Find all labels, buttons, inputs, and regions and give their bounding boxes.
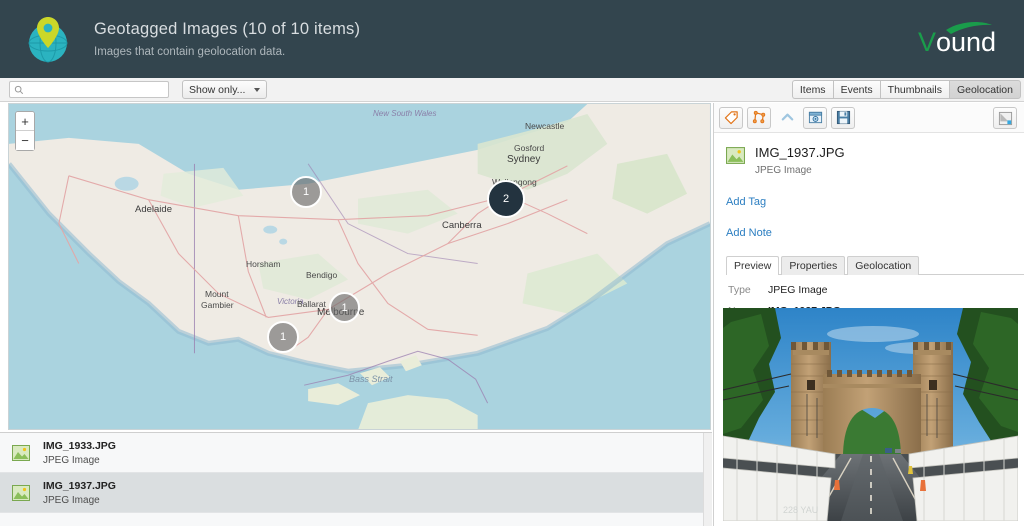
save-tool-button[interactable]: [831, 106, 855, 129]
subtab-preview[interactable]: Preview: [726, 256, 780, 275]
list-item-name: IMG_1933.JPG: [43, 439, 116, 452]
property-value: JPEG Image: [768, 284, 828, 296]
application-window: Geotagged Images (10 of 10 items) Images…: [0, 0, 1024, 526]
image-file-icon: [12, 444, 30, 461]
details-toolbar: [714, 103, 1024, 133]
page-header: Geotagged Images (10 of 10 items) Images…: [0, 0, 1024, 78]
selected-file-type: JPEG Image: [755, 165, 812, 176]
property-row-type: Type JPEG Image: [728, 284, 1024, 296]
collapse-tool-button[interactable]: [775, 107, 799, 129]
property-label: Type: [728, 284, 751, 296]
zoom-in-button[interactable]: +: [16, 112, 34, 131]
window-preview-icon: [808, 111, 822, 124]
show-only-dropdown[interactable]: Show only...: [182, 80, 268, 99]
file-list-scrollbar[interactable]: [703, 433, 712, 526]
map-marker-cluster[interactable]: 1: [267, 321, 299, 353]
add-note-link[interactable]: Add Note: [726, 227, 1024, 239]
map-marker-cluster[interactable]: 1: [329, 292, 360, 323]
add-tag-tool-button[interactable]: [719, 106, 743, 129]
search-icon: [14, 85, 24, 94]
path-tool-button[interactable]: [747, 106, 771, 129]
selected-file-text: IMG_1937.JPG JPEG Image: [755, 145, 845, 176]
tab-geolocation[interactable]: Geolocation: [948, 80, 1021, 99]
map-canvas[interactable]: [9, 104, 710, 430]
page-title: Geotagged Images (10 of 10 items): [94, 20, 361, 38]
chevron-down-icon: [254, 87, 261, 92]
search-input[interactable]: [27, 84, 161, 95]
list-item-name: IMG_1937.JPG: [43, 479, 116, 492]
polygon-path-icon: [752, 110, 765, 124]
selected-file-name: IMG_1937.JPG: [755, 145, 845, 160]
save-floppy-icon: [836, 110, 850, 125]
image-file-icon: [726, 147, 745, 164]
tab-events[interactable]: Events: [832, 80, 880, 99]
list-item-text: IMG_1933.JPG JPEG Image: [43, 440, 116, 466]
vound-logo-v: V: [918, 27, 936, 57]
list-item[interactable]: IMG_1933.JPG JPEG Image: [0, 433, 712, 473]
tab-items[interactable]: Items: [791, 80, 833, 99]
map-marker-cluster[interactable]: 2: [487, 180, 525, 218]
vound-logo: V ound: [918, 22, 996, 57]
file-list-panel[interactable]: IMG_1933.JPG JPEG Image IMG_1937.JPG JPE…: [0, 432, 712, 526]
image-file-icon: [12, 484, 30, 501]
show-only-label: Show only...: [189, 83, 246, 96]
details-panel: IMG_1937.JPG JPEG Image Add Tag Add Note…: [713, 103, 1024, 526]
preview-window-tool-button[interactable]: [803, 106, 827, 129]
map-marker-cluster[interactable]: 1: [290, 176, 322, 208]
map-panel[interactable]: New South Wales Newcastle Gosford Sydney…: [8, 103, 711, 430]
subtab-geolocation[interactable]: Geolocation: [847, 256, 920, 275]
vound-logo-rest: ound: [936, 27, 996, 57]
header-text-block: Geotagged Images (10 of 10 items) Images…: [94, 20, 360, 58]
add-tag-link[interactable]: Add Tag: [726, 196, 1024, 208]
main-toolbar: Show only... Items Events Thumbnails Geo…: [0, 78, 1024, 102]
tab-thumbnails[interactable]: Thumbnails: [879, 80, 949, 99]
chevron-up-icon: [781, 113, 793, 121]
list-item[interactable]: IMG_1937.JPG JPEG Image: [0, 473, 712, 513]
zoom-out-button[interactable]: −: [16, 131, 34, 150]
preview-photo: 228 YAU: [723, 308, 1018, 521]
list-item-text: IMG_1937.JPG JPEG Image: [43, 480, 116, 506]
svg-text:228 YAU: 228 YAU: [783, 505, 818, 515]
globe-pin-icon: [28, 17, 68, 63]
selected-file-header: IMG_1937.JPG JPEG Image: [714, 133, 1024, 176]
page-subtitle: Images that contain geolocation data.: [94, 46, 286, 58]
resize-panel-button[interactable]: [993, 107, 1017, 129]
map-zoom-control: + −: [15, 111, 35, 151]
resize-panel-icon: [998, 111, 1012, 125]
view-tab-group: Items Events Thumbnails Geolocation: [791, 80, 1021, 99]
subtab-properties[interactable]: Properties: [781, 256, 846, 275]
tag-icon: [724, 111, 738, 125]
search-box[interactable]: [9, 81, 169, 98]
list-item-type: JPEG Image: [43, 454, 100, 466]
image-preview[interactable]: 228 YAU: [723, 308, 1018, 521]
details-subtab-group: Preview Properties Geolocation: [726, 255, 1024, 275]
list-item-type: JPEG Image: [43, 494, 100, 506]
